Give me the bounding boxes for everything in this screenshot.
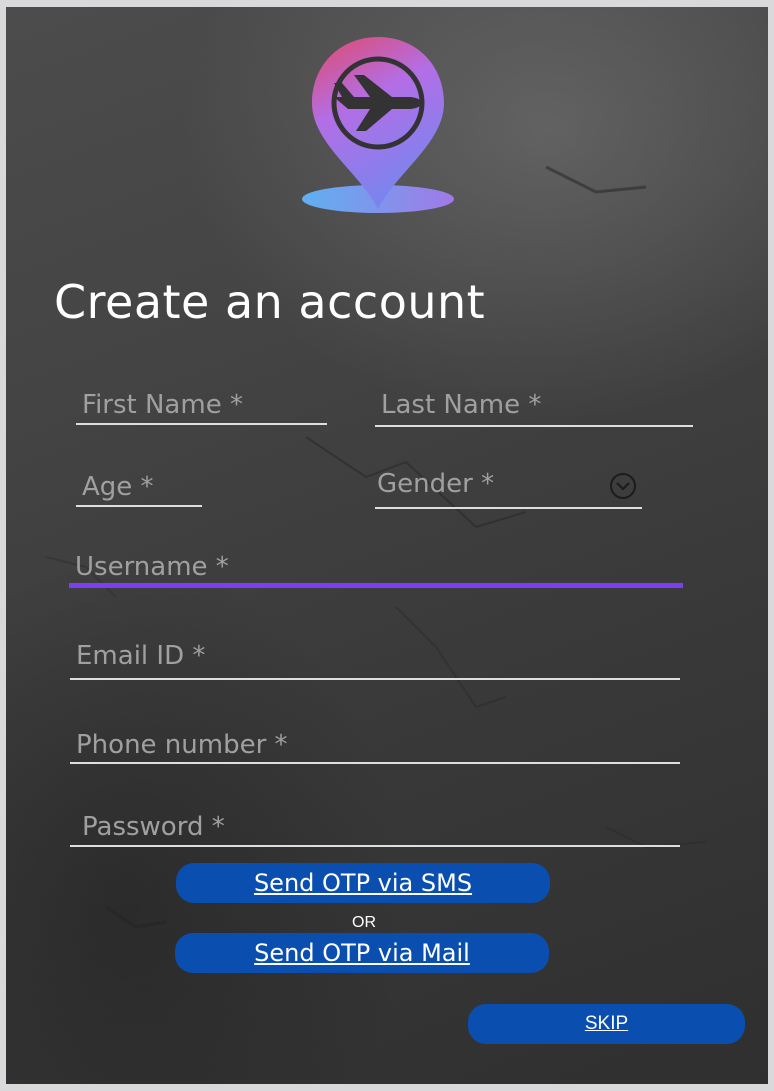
- chevron-down-circle-icon[interactable]: [610, 473, 636, 499]
- signup-card: Create an account Gender * Send OTP via …: [6, 7, 768, 1084]
- password-field[interactable]: [70, 809, 680, 847]
- last-name-field[interactable]: [375, 385, 693, 427]
- age-field[interactable]: [76, 469, 202, 507]
- email-field[interactable]: [70, 634, 680, 680]
- username-field[interactable]: [69, 550, 683, 588]
- gender-underline: [375, 507, 642, 509]
- skip-button[interactable]: SKIP: [468, 1004, 745, 1044]
- first-name-field[interactable]: [76, 387, 327, 425]
- page-title: Create an account: [54, 275, 486, 329]
- phone-number-field[interactable]: [70, 727, 680, 764]
- send-otp-sms-button[interactable]: Send OTP via SMS: [176, 863, 550, 903]
- gender-select-value: Gender *: [377, 469, 495, 499]
- send-otp-mail-button[interactable]: Send OTP via Mail: [175, 933, 549, 973]
- airplane-location-pin-icon: [302, 37, 454, 213]
- or-separator: OR: [352, 914, 376, 931]
- gender-select[interactable]: Gender *: [375, 469, 642, 509]
